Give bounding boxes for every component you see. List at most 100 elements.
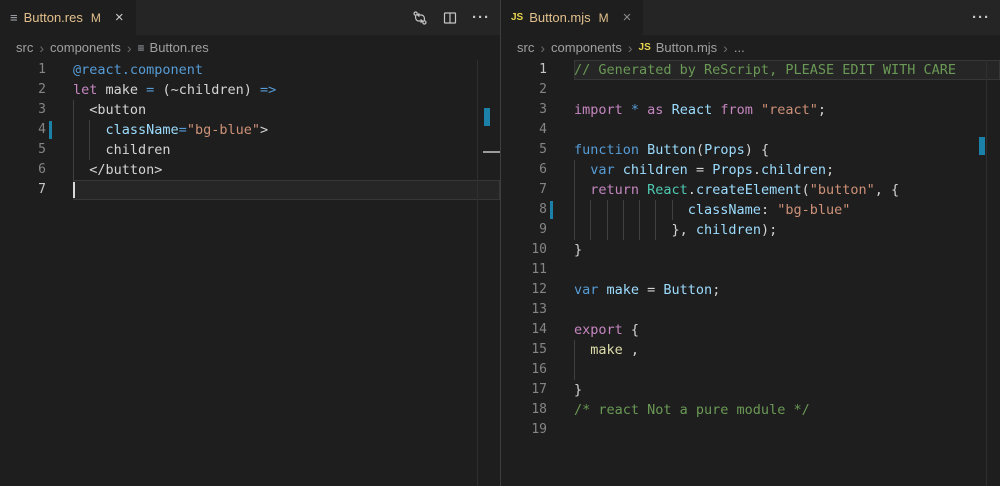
code-token: className [574, 202, 761, 218]
code-line[interactable]: 9 }, children); [501, 220, 1000, 240]
code-line-content: return React.createElement("button", { [574, 180, 1000, 200]
editor-actions: ··· [412, 0, 490, 35]
breadcrumb-item[interactable]: components [50, 40, 121, 55]
code-token: React [672, 102, 721, 118]
code-line[interactable]: 12 var make = Button; [501, 280, 1000, 300]
breadcrumb-label: src [16, 40, 33, 55]
line-number[interactable]: 6 [501, 160, 547, 180]
close-icon[interactable]: × [113, 10, 126, 25]
code-editor-button-res[interactable]: 1@react.component2let make = (~children)… [0, 60, 500, 486]
code-line[interactable]: 4 className="bg-blue"> [0, 120, 500, 140]
code-token: = [688, 162, 712, 178]
code-line[interactable]: 17} [501, 380, 1000, 400]
line-number[interactable]: 17 [501, 380, 547, 400]
code-token: } [574, 382, 582, 398]
line-number[interactable]: 5 [0, 140, 46, 160]
line-number[interactable]: 7 [501, 180, 547, 200]
code-token: = [639, 282, 663, 298]
gutter-modified-indicator [49, 121, 52, 139]
code-line-content [574, 420, 1000, 440]
code-line[interactable]: 6 var children = Props.children; [501, 160, 1000, 180]
code-line[interactable]: 7 [0, 180, 500, 200]
line-number[interactable]: 14 [501, 320, 547, 340]
code-line[interactable]: 7 return React.createElement("button", { [501, 180, 1000, 200]
code-line[interactable]: 3 <button [0, 100, 500, 120]
line-number[interactable]: 5 [501, 140, 547, 160]
editor-actions: ··· [972, 0, 990, 35]
code-token: , [623, 342, 639, 358]
line-number[interactable]: 6 [0, 160, 46, 180]
code-line[interactable]: 5 children [0, 140, 500, 160]
line-number[interactable]: 10 [501, 240, 547, 260]
code-token: ; [826, 162, 834, 178]
code-line[interactable]: 4 [501, 120, 1000, 140]
line-number[interactable]: 13 [501, 300, 547, 320]
line-number[interactable]: 1 [0, 60, 46, 80]
code-line[interactable]: 11 [501, 260, 1000, 280]
breadcrumb-separator: › [126, 40, 133, 56]
breadcrumb-item[interactable]: src [517, 40, 534, 55]
line-number[interactable]: 19 [501, 420, 547, 440]
line-number[interactable]: 1 [501, 60, 547, 80]
code-line[interactable]: 1@react.component [0, 60, 500, 80]
code-token: "bg-blue" [777, 202, 850, 218]
line-number[interactable]: 8 [501, 200, 547, 220]
code-line[interactable]: 3import * as React from "react"; [501, 100, 1000, 120]
open-changes-icon[interactable] [412, 10, 428, 26]
line-number[interactable]: 11 [501, 260, 547, 280]
code-token: ( [696, 142, 704, 158]
breadcrumb-item[interactable]: components [551, 40, 622, 55]
code-line-content: // Generated by ReScript, PLEASE EDIT WI… [574, 60, 1000, 80]
breadcrumb-item[interactable]: ≡Button.res [138, 40, 209, 55]
line-number[interactable]: 3 [0, 100, 46, 120]
code-line[interactable]: 18/* react Not a pure module */ [501, 400, 1000, 420]
more-actions-icon[interactable]: ··· [472, 9, 490, 26]
code-editor-button-mjs[interactable]: 1 // Generated by ReScript, PLEASE EDIT W… [501, 60, 1000, 486]
tab-button-res[interactable]: ≡ Button.res M × [0, 0, 136, 35]
code-line[interactable]: 14export { [501, 320, 1000, 340]
code-line[interactable]: 16 [501, 360, 1000, 380]
tab-label: Button.res [24, 10, 83, 25]
code-line[interactable]: 13 [501, 300, 1000, 320]
tab-button-mjs[interactable]: JS Button.mjs M × [501, 0, 643, 35]
code-line-content: var make = Button; [574, 280, 1000, 300]
code-token: // Generated by ReScript, PLEASE EDIT WI… [574, 62, 956, 78]
indent-guide [89, 120, 90, 140]
tab-label: Button.mjs [529, 10, 590, 25]
code-token: React [647, 182, 688, 198]
code-line[interactable]: 19 [501, 420, 1000, 440]
line-number[interactable]: 4 [0, 120, 46, 140]
indent-guide [639, 200, 640, 220]
code-line[interactable]: 5function Button(Props) { [501, 140, 1000, 160]
line-number[interactable]: 16 [501, 360, 547, 380]
indent-guide [623, 220, 624, 240]
breadcrumb-item[interactable]: ... [734, 40, 745, 55]
code-line[interactable]: 15 make , [501, 340, 1000, 360]
code-line[interactable]: 2 [501, 80, 1000, 100]
line-number[interactable]: 2 [0, 80, 46, 100]
code-line[interactable]: 6 </button> [0, 160, 500, 180]
line-number[interactable]: 15 [501, 340, 547, 360]
close-icon[interactable]: × [621, 10, 634, 25]
code-token: children [623, 162, 688, 178]
line-number[interactable]: 2 [501, 80, 547, 100]
code-line-content: children [73, 140, 500, 160]
line-number[interactable]: 3 [501, 100, 547, 120]
code-line[interactable]: 10} [501, 240, 1000, 260]
code-token: Button [647, 142, 696, 158]
line-number[interactable]: 4 [501, 120, 547, 140]
code-token: }, [574, 222, 696, 238]
code-token: : [761, 202, 777, 218]
line-number[interactable]: 12 [501, 280, 547, 300]
line-number[interactable]: 9 [501, 220, 547, 240]
vscode-window: ≡ Button.res M × [0, 0, 1000, 486]
split-editor-icon[interactable] [442, 10, 458, 26]
code-line[interactable]: 1 // Generated by ReScript, PLEASE EDIT W… [501, 60, 1000, 80]
line-number[interactable]: 18 [501, 400, 547, 420]
breadcrumb-item[interactable]: src [16, 40, 33, 55]
more-actions-icon[interactable]: ··· [972, 9, 990, 26]
line-number[interactable]: 7 [0, 180, 46, 200]
code-line[interactable]: 2let make = (~children) => [0, 80, 500, 100]
code-line[interactable]: 8 className: "bg-blue" [501, 200, 1000, 220]
breadcrumb-item[interactable]: JSButton.mjs [639, 40, 718, 55]
